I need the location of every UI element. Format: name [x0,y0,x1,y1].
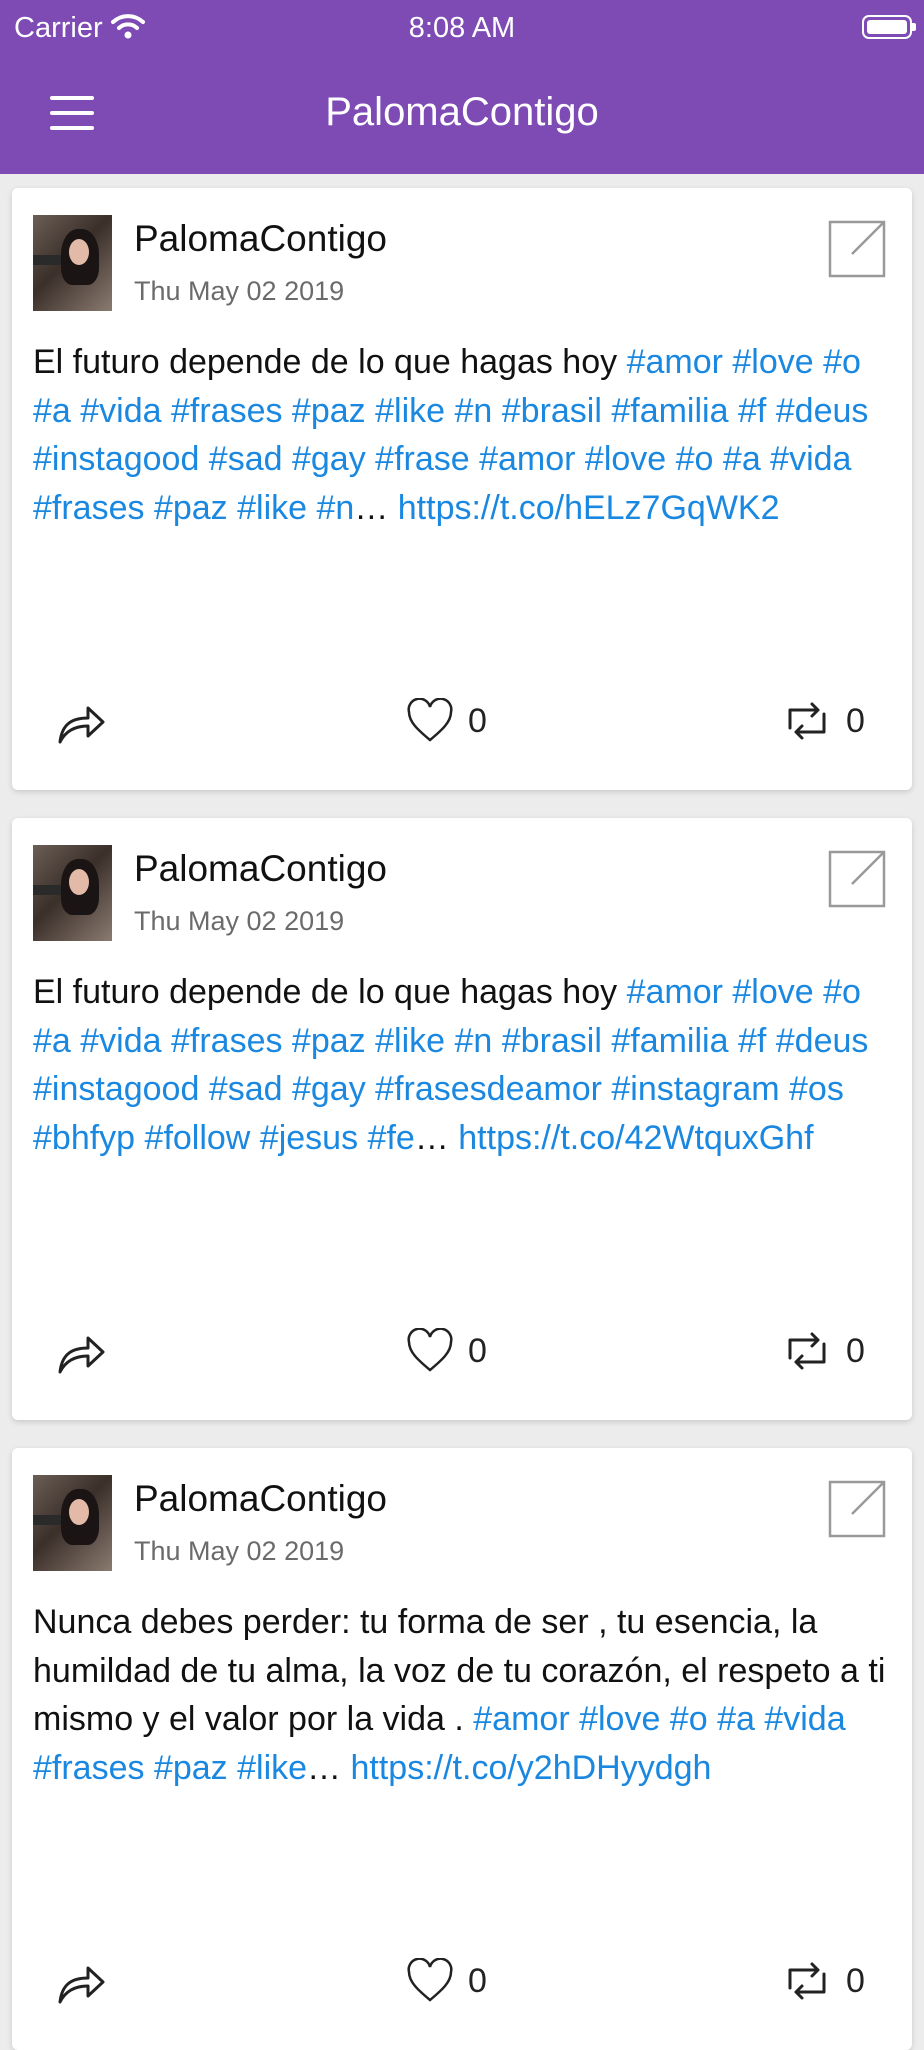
avatar[interactable] [33,1475,112,1571]
retweet-button[interactable]: 0 [782,698,865,744]
like-count: 0 [468,1331,487,1370]
post-card[interactable]: PalomaContigo Thu May 02 2019 El futuro … [12,818,912,1420]
external-link-icon[interactable] [818,840,890,912]
retweet-icon [788,1332,826,1370]
status-time: 8:08 AM [408,12,516,44]
like-button[interactable]: 0 [406,1328,487,1374]
post-ellipsis: … [414,1118,459,1157]
heart-icon [407,698,453,742]
avatar[interactable] [33,845,112,941]
post-link[interactable]: https://t.co/hELz7GqWK2 [398,489,780,527]
share-button[interactable] [56,1330,106,1376]
post-link[interactable]: https://t.co/42WtquxGhf [458,1119,813,1157]
retweet-icon [788,702,826,740]
battery-icon [862,15,916,39]
share-button[interactable] [56,700,106,746]
nav-bar: PalomaContigo [0,56,924,174]
share-icon [58,1966,105,2004]
post-date: Thu May 02 2019 [134,906,345,936]
status-bar: Carrier 8:08 AM [0,0,924,56]
like-count: 0 [468,1961,487,2000]
post-ellipsis: … [307,1748,351,1787]
retweet-icon [788,1962,826,2000]
share-button[interactable] [56,1960,106,2006]
post-date: Thu May 02 2019 [134,276,345,306]
like-count: 0 [468,701,487,740]
post-card[interactable]: PalomaContigo Thu May 02 2019 El futuro … [12,188,912,790]
post-link[interactable]: https://t.co/y2hDHyydgh [351,1749,712,1787]
avatar[interactable] [33,215,112,311]
retweet-count: 0 [846,701,865,740]
like-button[interactable]: 0 [406,1958,487,2004]
retweet-count: 0 [846,1961,865,2000]
retweet-button[interactable]: 0 [782,1958,865,2004]
retweet-count: 0 [846,1331,865,1370]
heart-icon [407,1958,453,2002]
like-button[interactable]: 0 [406,698,487,744]
post-username[interactable]: PalomaContigo [134,1478,387,1520]
heart-icon [407,1328,453,1372]
post-text: El futuro depende de lo que hagas hoy #a… [33,338,903,532]
external-link-icon[interactable] [818,210,890,282]
post-text-plain: El futuro depende de lo que hagas hoy [33,973,627,1011]
post-text: El futuro depende de lo que hagas hoy #a… [33,968,903,1162]
post-date: Thu May 02 2019 [134,1536,345,1566]
post-text-plain: El futuro depende de lo que hagas hoy [33,343,627,381]
post-ellipsis: … [354,488,398,527]
share-icon [58,1336,105,1374]
post-text: Nunca debes perder: tu forma de ser , tu… [33,1598,903,1792]
post-username[interactable]: PalomaContigo [134,218,387,260]
page-title: PalomaContigo [325,90,599,134]
retweet-button[interactable]: 0 [782,1328,865,1374]
share-icon [58,706,105,744]
post-username[interactable]: PalomaContigo [134,848,387,890]
post-card[interactable]: PalomaContigo Thu May 02 2019 Nunca debe… [12,1448,912,2050]
external-link-icon[interactable] [818,1470,890,1542]
